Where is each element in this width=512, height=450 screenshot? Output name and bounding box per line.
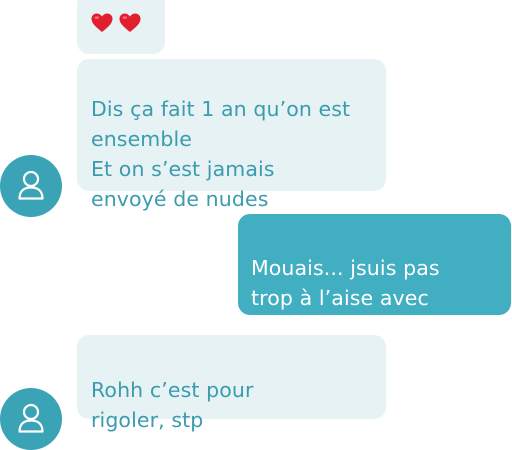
message-text: Dis ça fait 1 an qu’on est ensemble Et o… (91, 97, 351, 211)
hearts-row (91, 13, 141, 33)
message-bubble-incoming: Dis ça fait 1 an qu’on est ensemble Et o… (77, 59, 386, 211)
message-bubble-outgoing: Mouais... jsuis pas trop à l’aise avec c… (238, 214, 511, 340)
red-heart-emoji-icon (91, 13, 113, 32)
message-bubble-incoming: Rohh c’est pour rigoler, stp (77, 335, 386, 432)
message-text: Rohh c’est pour rigoler, stp (91, 378, 254, 432)
contact-avatar[interactable] (0, 155, 62, 217)
user-icon (18, 403, 44, 433)
contact-avatar[interactable] (0, 388, 62, 450)
red-heart-emoji-icon (119, 13, 141, 32)
user-icon (18, 170, 44, 200)
message-bubble-hearts (77, 0, 165, 54)
message-text: Mouais... jsuis pas trop à l’aise avec c… (251, 256, 440, 340)
